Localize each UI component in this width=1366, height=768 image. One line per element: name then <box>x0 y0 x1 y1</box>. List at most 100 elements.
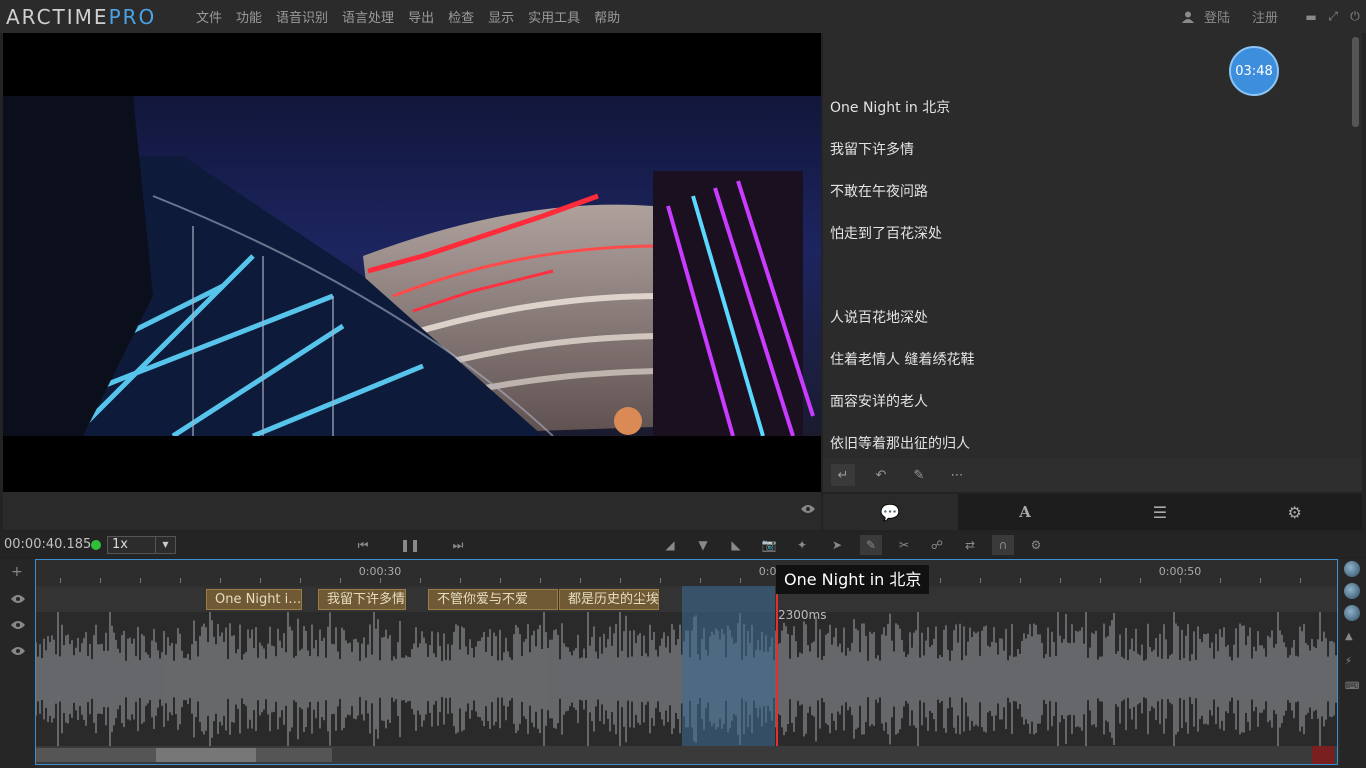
ruler-tick <box>380 578 381 583</box>
tab-chat[interactable]: 💬 <box>823 494 958 530</box>
mark-in-icon[interactable]: ◢ <box>659 535 681 555</box>
subtitle-line[interactable]: 依旧等着那出征的归人 <box>830 433 974 458</box>
mark-out-icon[interactable]: ◣ <box>725 535 747 555</box>
eye-icon[interactable] <box>11 646 25 656</box>
ruler-tick <box>1180 578 1181 583</box>
gear-icon[interactable]: ⚙ <box>1025 535 1047 555</box>
subtitle-list: One Night in 北京 我留下许多情 不敢在午夜问路 怕走到了百花深处 … <box>830 97 974 458</box>
video-frame[interactable] <box>3 96 821 436</box>
tab-settings[interactable]: ⚙ <box>1227 494 1362 530</box>
edit-icon[interactable]: ✎ <box>860 535 882 555</box>
eye-icon[interactable] <box>801 504 815 514</box>
subtitle-line[interactable]: One Night in 北京 <box>830 97 974 139</box>
pointer-icon[interactable]: ➤ <box>826 535 848 555</box>
menu-speech-recognition[interactable]: 语音识别 <box>269 7 335 26</box>
zoom-knob[interactable] <box>1344 583 1360 599</box>
add-track-icon[interactable]: + <box>11 565 25 579</box>
scroll-view-range[interactable] <box>156 748 256 762</box>
power-icon[interactable]: ⏻ <box>1344 0 1366 33</box>
magic-wand-icon[interactable]: ✦ <box>791 535 813 555</box>
menu-file[interactable]: 文件 <box>190 7 229 26</box>
ruler-tick <box>1260 578 1261 583</box>
eye-icon[interactable] <box>11 594 25 604</box>
ruler-tick <box>140 578 141 583</box>
pause-icon[interactable]: ❚❚ <box>399 535 421 555</box>
timeline-side-tools: ▲ ⚡ ⌨ <box>1340 559 1366 768</box>
scissors-icon[interactable]: ✂ <box>893 535 915 555</box>
chevron-down-icon: ▼ <box>155 537 175 553</box>
ruler-tick <box>620 578 621 583</box>
keyboard-icon[interactable]: ⌨ <box>1345 682 1359 692</box>
ruler-tick <box>500 578 501 583</box>
eye-icon[interactable] <box>11 620 25 630</box>
menu-export[interactable]: 导出 <box>401 7 441 26</box>
subtitle-segment[interactable]: 不管你爱与不爱 <box>428 589 558 610</box>
chat-bubble-icon: 💬 <box>880 502 901 522</box>
maximize-icon[interactable]: ⤢ <box>1322 0 1344 33</box>
menu-check[interactable]: 检查 <box>441 7 481 26</box>
menu-function[interactable]: 功能 <box>229 7 269 26</box>
undo-icon[interactable]: ↶ <box>869 464 893 486</box>
edit-pencil-icon[interactable]: ✎ <box>907 464 931 486</box>
ruler-tick <box>420 578 421 583</box>
subtitle-scrollbar[interactable] <box>1352 37 1359 127</box>
timeline-scrollbar[interactable] <box>36 746 1337 764</box>
volume-knob[interactable] <box>1344 561 1360 577</box>
subtitle-line[interactable]: 人说百花地深处 <box>830 307 974 349</box>
selection-range[interactable] <box>682 586 775 747</box>
time-ruler[interactable]: 0:00:30 0:00:40 0:00:50 <box>36 560 1337 586</box>
subtitle-text-panel[interactable]: 03:48 One Night in 北京 我留下许多情 不敢在午夜问路 怕走到… <box>823 33 1362 458</box>
lightning-icon[interactable]: ⚡ <box>1345 657 1359 667</box>
subtitle-segment[interactable]: 我留下许多情 <box>318 589 406 610</box>
subtitle-toolbar: ↵ ↶ ✎ ⋯ <box>823 458 1362 492</box>
subtitle-segment[interactable]: One Night i… <box>206 589 302 610</box>
magnet-icon[interactable]: ∩ <box>992 535 1014 555</box>
menu-tools[interactable]: 实用工具 <box>521 7 587 26</box>
link-icon[interactable]: ☍ <box>926 535 948 555</box>
ruler-tick <box>740 578 741 583</box>
tab-font[interactable]: A <box>957 494 1093 530</box>
register-link[interactable]: 注册 <box>1252 7 1278 26</box>
waveform-icon[interactable]: ▲ <box>1345 632 1359 642</box>
playback-speed-select[interactable]: 1x ▼ <box>107 536 176 554</box>
insert-icon[interactable]: ↵ <box>831 464 855 486</box>
subtitle-line[interactable]: 怕走到了百花深处 <box>830 223 974 265</box>
ruler-tick <box>220 578 221 583</box>
subtitle-line[interactable]: 住着老情人 缝着绣花鞋 <box>830 349 974 391</box>
swap-icon[interactable]: ⇄ <box>959 535 981 555</box>
menu-help[interactable]: 帮助 <box>587 7 627 26</box>
ruler-tick <box>60 578 61 583</box>
video-bottom-bar <box>3 492 821 530</box>
mark-icon[interactable]: ▼ <box>692 535 714 555</box>
subtitle-line[interactable]: 面容安详的老人 <box>830 391 974 433</box>
subtitle-tooltip: One Night in 北京 <box>776 565 930 594</box>
subtitle-segment[interactable]: 都是历史的尘埃 <box>559 589 659 610</box>
more-icon[interactable]: ⋯ <box>945 464 969 486</box>
skip-back-icon[interactable]: ⏮ <box>352 535 374 555</box>
main-menu: 文件 功能 语音识别 语言处理 导出 检查 显示 实用工具 帮助 <box>190 7 627 26</box>
timeline-panel: + 0:00:30 0:00:40 0:00:50 One Night i… 我… <box>0 559 1366 768</box>
timeline-canvas[interactable]: 0:00:30 0:00:40 0:00:50 One Night i… 我留下… <box>35 559 1338 765</box>
sliders-icon: ⚙ <box>1287 502 1302 522</box>
skip-forward-icon[interactable]: ⏭ <box>447 535 469 555</box>
menu-language-processing[interactable]: 语言处理 <box>335 7 401 26</box>
subtitle-line[interactable]: 我留下许多情 <box>830 139 974 181</box>
camera-icon[interactable]: 📷 <box>758 535 780 555</box>
subtitle-line[interactable] <box>830 265 974 307</box>
ruler-tick <box>580 578 581 583</box>
tab-list[interactable]: ☰ <box>1092 494 1228 530</box>
font-icon: A <box>1019 503 1031 521</box>
ruler-tick <box>540 578 541 583</box>
menu-display[interactable]: 显示 <box>481 7 521 26</box>
ruler-tick <box>660 578 661 583</box>
arctime-app: ARCTIMEPRO 文件 功能 语音识别 语言处理 导出 检查 显示 实用工具… <box>0 0 1366 768</box>
ruler-tick <box>340 578 341 583</box>
current-time: 00:00:40.185 <box>4 537 92 552</box>
subtitle-line[interactable]: 不敢在午夜问路 <box>830 181 974 223</box>
login-link[interactable]: 登陆 <box>1204 7 1230 26</box>
height-knob[interactable] <box>1344 605 1360 621</box>
transport-bar: 00:00:40.185 1x ▼ ⏮ ❚❚ ⏭ ◢ ▼ ◣ 📷 ✦ ➤ ✎ ✂ … <box>0 533 1366 557</box>
minimize-icon[interactable]: ▬ <box>1300 0 1322 33</box>
duration-badge: 03:48 <box>1229 46 1279 96</box>
ruler-tick <box>1300 578 1301 583</box>
